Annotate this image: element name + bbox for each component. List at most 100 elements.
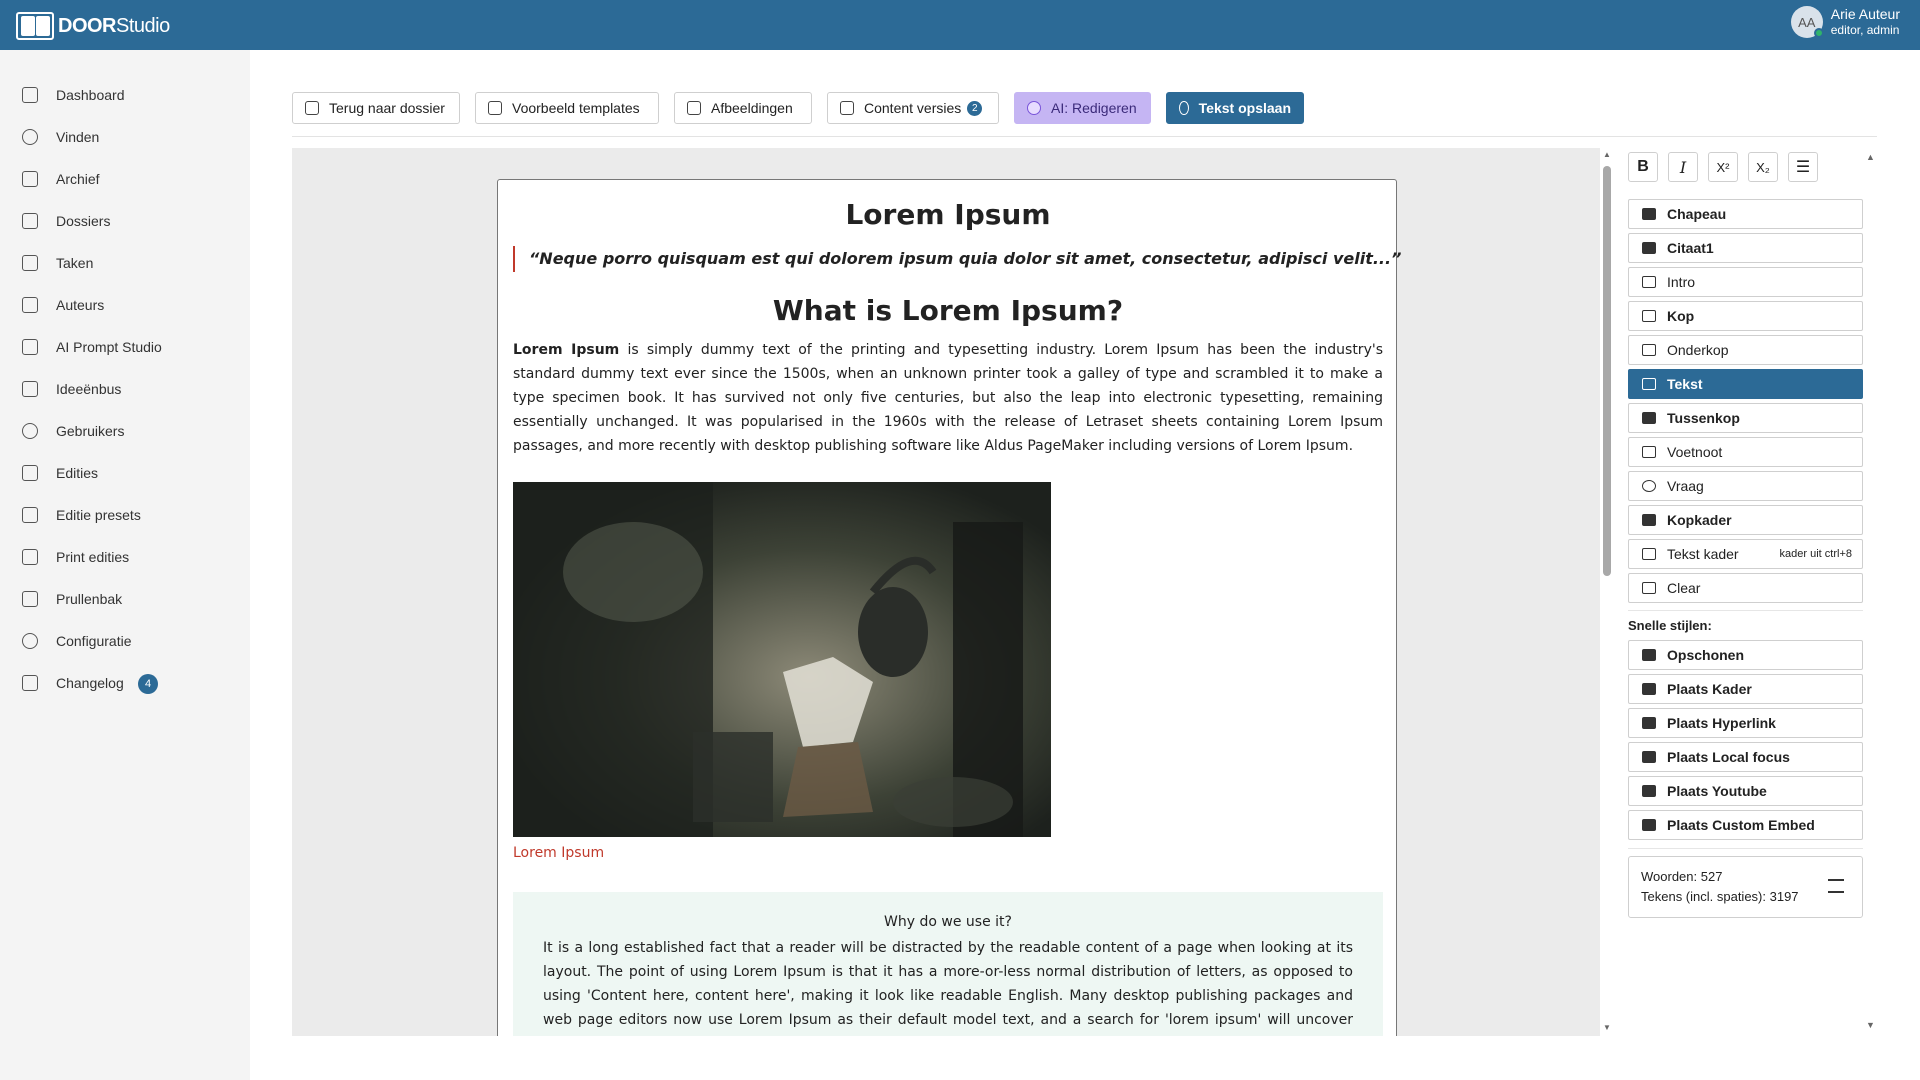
quick-plaats-custom-embed-button[interactable]: Plaats Custom Embed <box>1628 810 1863 840</box>
sidebar-item-dashboard[interactable]: Dashboard <box>0 80 250 110</box>
app-logo[interactable]: DOORStudio <box>16 12 170 40</box>
document-heading[interactable]: What is Lorem Ipsum? <box>498 294 1398 327</box>
subheading-icon <box>1642 344 1656 356</box>
document-title[interactable]: Lorem Ipsum <box>498 198 1398 231</box>
style-clear[interactable]: Clear <box>1628 573 1863 603</box>
sidebar-item-changelog[interactable]: Changelog 4 <box>0 668 250 698</box>
subscript-button[interactable]: X₂ <box>1748 152 1778 182</box>
sidebar-item-vinden[interactable]: Vinden <box>0 122 250 152</box>
superscript-button[interactable]: X² <box>1708 152 1738 182</box>
sidebar-item-archief[interactable]: Archief <box>0 164 250 194</box>
sidebar-item-edities[interactable]: Edities <box>0 458 250 488</box>
sidebar-item-editie-presets[interactable]: Editie presets <box>0 500 250 530</box>
style-kopkader[interactable]: Kopkader <box>1628 505 1863 535</box>
sidebar-item-label: AI Prompt Studio <box>56 339 162 355</box>
style-kop[interactable]: Kop <box>1628 301 1863 331</box>
style-label: Kopkader <box>1667 512 1732 528</box>
style-label: Clear <box>1667 580 1701 596</box>
style-vraag[interactable]: Vraag <box>1628 471 1863 501</box>
sidebar-item-label: Dossiers <box>56 213 111 229</box>
document-image[interactable] <box>513 482 1051 837</box>
document-page[interactable]: Lorem Ipsum “Neque porro quisquam est qu… <box>497 179 1401 1036</box>
bold-button[interactable]: B <box>1628 152 1658 182</box>
paragraph-text: is simply dummy text of the printing and… <box>513 342 1383 454</box>
editor-scrollbar[interactable]: ▲ ▼ <box>1602 148 1612 1036</box>
sidebar-item-taken[interactable]: Taken <box>0 248 250 278</box>
user-role: editor, admin <box>1830 23 1900 37</box>
panel-divider <box>1628 848 1863 849</box>
word-count-icon[interactable] <box>1828 879 1844 893</box>
back-to-dossier-button[interactable]: Terug naar dossier <box>292 92 460 124</box>
quick-style-label: Opschonen <box>1667 647 1745 663</box>
quick-styles-heading: Snelle stijlen: <box>1628 618 1712 633</box>
youtube-icon <box>1642 785 1656 797</box>
document-paragraph[interactable]: Lorem Ipsum is simply dummy text of the … <box>513 338 1383 458</box>
style-voetnoot[interactable]: Voetnoot <box>1628 437 1863 467</box>
style-intro[interactable]: Intro <box>1628 267 1863 297</box>
italic-button[interactable]: I <box>1668 152 1698 182</box>
save-text-button[interactable]: Tekst opslaan <box>1166 92 1304 124</box>
style-label: Chapeau <box>1667 206 1727 222</box>
sidebar-item-label: Vinden <box>56 129 100 145</box>
sidebar-item-label: Configuratie <box>56 633 132 649</box>
images-button[interactable]: Afbeeldingen <box>674 92 812 124</box>
chapeau-icon <box>1642 208 1656 220</box>
quick-opschonen-button[interactable]: Opschonen <box>1628 640 1863 670</box>
style-tekst-kader[interactable]: Tekst kader kader uit ctrl+8 <box>1628 539 1863 569</box>
sidebar-item-print-edities[interactable]: Print edities <box>0 542 250 572</box>
quick-plaats-hyperlink-button[interactable]: Plaats Hyperlink <box>1628 708 1863 738</box>
style-citaat1[interactable]: Citaat1 <box>1628 233 1863 263</box>
pen-icon <box>22 297 38 313</box>
avatar[interactable]: AA <box>1790 6 1824 38</box>
image-caption[interactable]: Lorem Ipsum <box>513 845 604 861</box>
toolbar-divider <box>292 136 1877 137</box>
sidebar-item-ai-prompt-studio[interactable]: AI Prompt Studio <box>0 332 250 362</box>
style-label: Tussenkop <box>1667 410 1740 426</box>
scroll-up-icon[interactable]: ▲ <box>1602 150 1612 160</box>
ai-robot-icon <box>1027 101 1041 115</box>
style-label: Tekst kader <box>1667 546 1739 562</box>
sidebar-item-auteurs[interactable]: Auteurs <box>0 290 250 320</box>
sidebar-item-label: Auteurs <box>56 297 105 313</box>
image-icon <box>687 101 701 115</box>
search-icon <box>22 129 38 145</box>
ai-edit-button[interactable]: AI: Redigeren <box>1014 92 1151 124</box>
style-label: Onderkop <box>1667 342 1729 358</box>
quote-icon <box>1642 242 1656 254</box>
button-label: AI: Redigeren <box>1051 100 1137 116</box>
word-count-panel: Woorden: 527 Tekens (incl. spaties): 319… <box>1628 856 1863 918</box>
scrollbar-thumb[interactable] <box>1603 166 1611 576</box>
sidebar-item-prullenbak[interactable]: Prullenbak <box>0 584 250 614</box>
scroll-down-icon[interactable]: ▼ <box>1602 1023 1612 1033</box>
sidebar-item-configuratie[interactable]: Configuratie <box>0 626 250 656</box>
undo-arrow-icon <box>305 101 319 115</box>
style-tekst[interactable]: Tekst <box>1628 369 1863 399</box>
sidebar-item-gebruikers[interactable]: Gebruikers <box>0 416 250 446</box>
template-preview-button[interactable]: Voorbeeld templates <box>475 92 659 124</box>
content-versions-button[interactable]: Content versies 2 <box>827 92 999 124</box>
style-label: Tekst <box>1667 376 1703 392</box>
quick-style-label: Plaats Custom Embed <box>1667 817 1815 833</box>
tasks-icon <box>22 255 38 271</box>
quick-plaats-local-focus-button[interactable]: Plaats Local focus <box>1628 742 1863 772</box>
style-chapeau[interactable]: Chapeau <box>1628 199 1863 229</box>
editor-canvas[interactable]: Lorem Ipsum “Neque porro quisquam est qu… <box>292 148 1600 1036</box>
style-label: Intro <box>1667 274 1696 290</box>
panel-scroll-up-icon[interactable]: ▲ <box>1866 152 1875 162</box>
style-tussenkop[interactable]: Tussenkop <box>1628 403 1863 433</box>
sidebar-item-label: Archief <box>56 171 100 187</box>
user-menu[interactable]: AA Arie Auteur editor, admin <box>1790 6 1900 38</box>
button-label: Afbeeldingen <box>711 100 793 116</box>
style-onderkop[interactable]: Onderkop <box>1628 335 1863 365</box>
template-icon <box>488 101 502 115</box>
document-quote[interactable]: “Neque porro quisquam est qui dolorem ip… <box>513 246 1401 272</box>
list-button[interactable]: ☰ <box>1788 152 1818 182</box>
text-box[interactable]: Why do we use it? It is a long establish… <box>513 892 1383 1036</box>
sidebar-item-dossiers[interactable]: Dossiers <box>0 206 250 236</box>
quick-plaats-youtube-button[interactable]: Plaats Youtube <box>1628 776 1863 806</box>
versions-count-badge: 2 <box>967 100 983 116</box>
quick-plaats-kader-button[interactable]: Plaats Kader <box>1628 674 1863 704</box>
panel-scroll-down-icon[interactable]: ▼ <box>1866 1020 1875 1030</box>
top-bar: DOORStudio AA Arie Auteur editor, admin <box>0 0 1920 50</box>
sidebar-item-ideeenbus[interactable]: Ideeënbus <box>0 374 250 404</box>
